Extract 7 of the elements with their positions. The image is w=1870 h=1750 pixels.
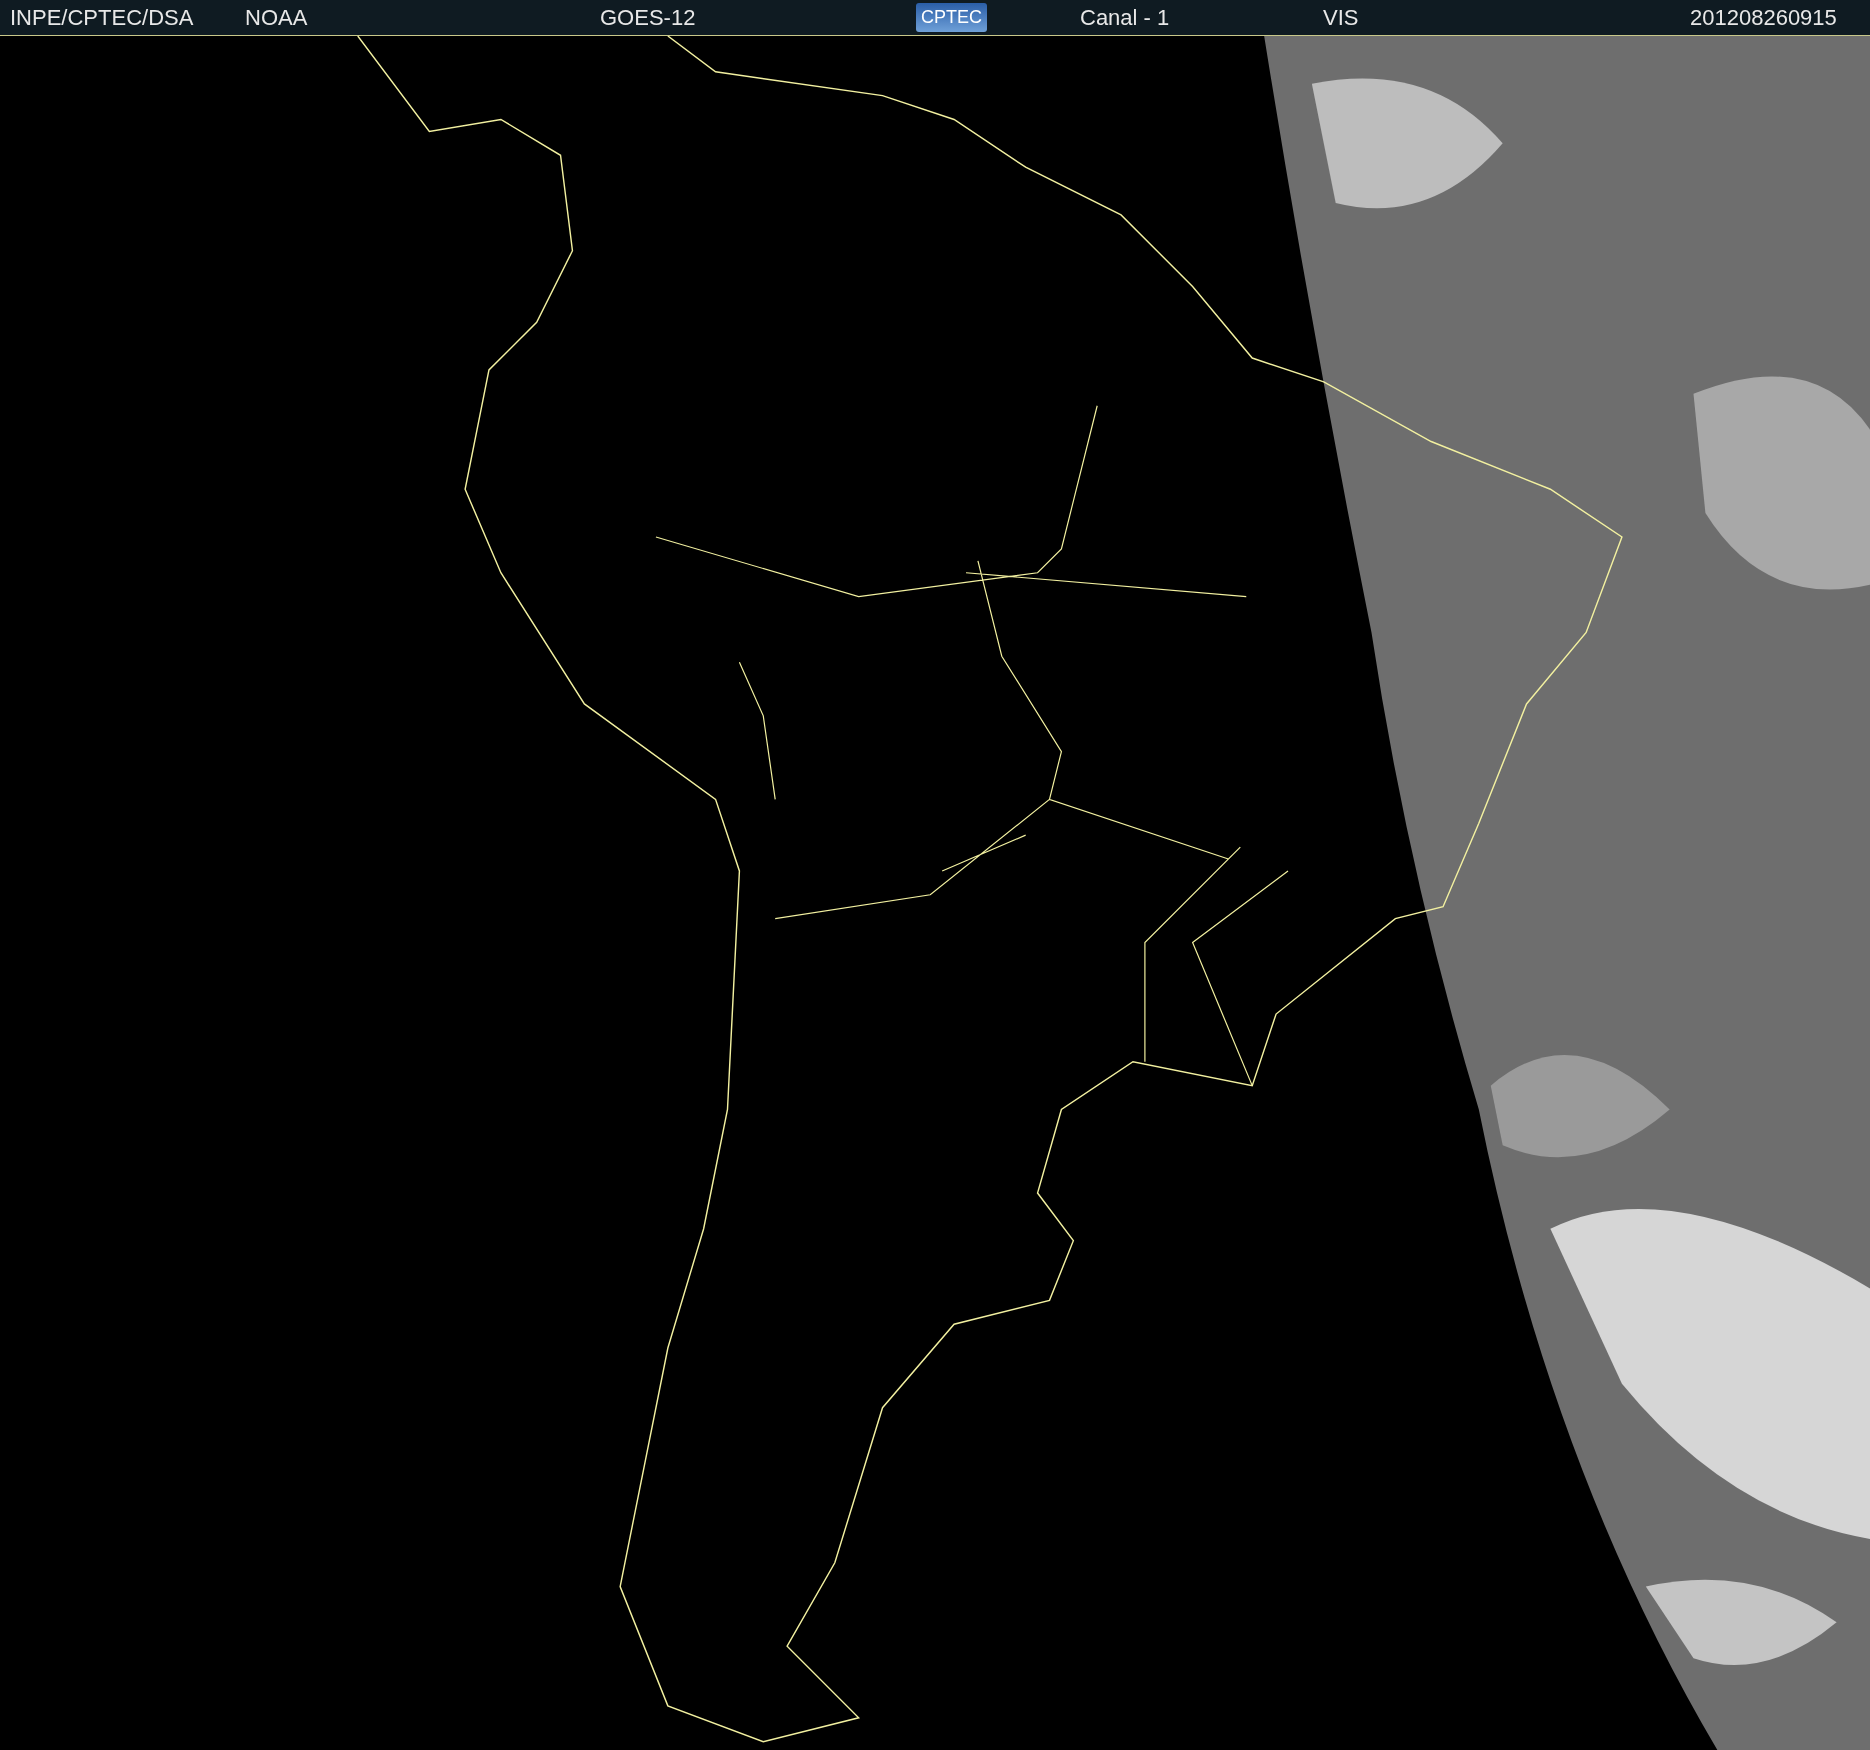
logo: CPTEC (916, 3, 987, 32)
band-label: VIS (1323, 4, 1360, 31)
satellite-label: GOES-12 (600, 4, 697, 31)
timestamp-label: 201208260915 (1690, 4, 1837, 31)
source-label: INPE/CPTEC/DSA (10, 4, 195, 31)
agency-label: NOAA (245, 4, 309, 31)
channel-label: Canal - 1 (1080, 4, 1171, 31)
